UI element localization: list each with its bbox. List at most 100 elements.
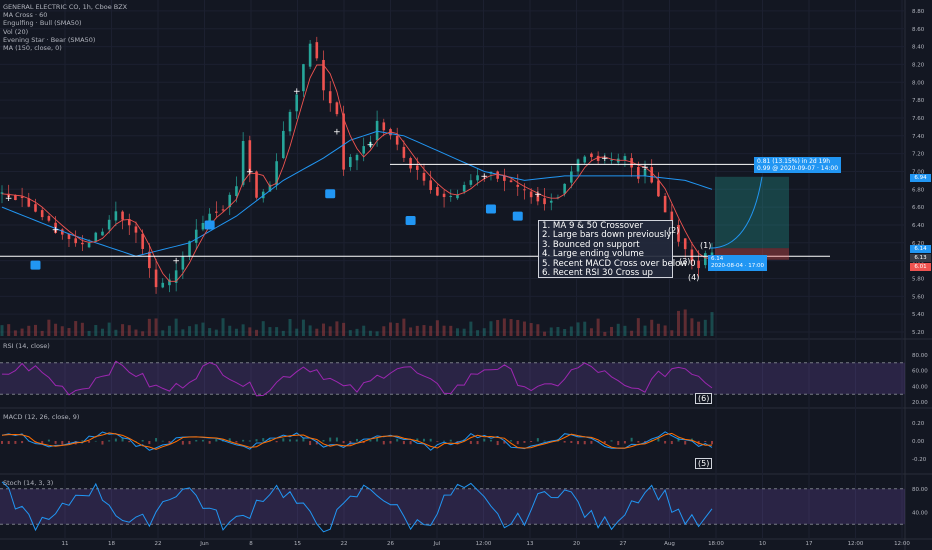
legend-indicator[interactable]: Engulfing · Bull (SMA50) [3,19,127,27]
volume-bar [556,326,560,336]
y-tick-label: 6.40 [912,223,925,229]
chart-legend: GENERAL ELECTRIC CO, 1h, Cboe BZX MA Cro… [3,3,127,52]
candle-body [47,216,51,221]
signal-plus: + [293,87,301,97]
macd-hist-bar [530,441,533,443]
macd-hist-bar [275,441,278,443]
marker-3: (3) [679,257,691,266]
volume-bar [7,324,11,336]
x-tick-label: 13 [527,541,534,547]
candle-body [442,193,446,198]
engulfing-flag [405,216,416,226]
candle-body [362,146,365,154]
candle-body [415,165,419,170]
candle-body [469,180,473,185]
macd-hist-bar [329,437,332,442]
candle-body [40,210,44,218]
volume-bar [100,328,104,336]
candle-body [241,140,245,185]
signal-plus: + [333,127,341,137]
x-tick-label: 12:00 [894,541,910,547]
candle-body [503,175,506,181]
legend-indicator[interactable]: Evening Star · Bear (SMA50) [3,36,127,44]
macd-hist-bar [114,438,117,442]
marker-1: (1) [700,241,712,250]
x-tick-label: 17 [806,541,813,547]
candle-body [288,111,292,132]
volume-bar [248,327,252,336]
stoch-title[interactable]: Stoch (14, 3, 3) [3,479,53,487]
macd-hist-bar [201,439,204,442]
legend-indicator[interactable]: Vol (20) [3,28,127,36]
candle-body [114,211,118,221]
engulfing-flag [30,260,41,270]
macd-hist-bar [208,441,211,444]
volume-bar [690,318,694,336]
volume-bar [74,321,78,336]
volume-bar [201,322,205,336]
macd-hist-bar [88,441,91,443]
macd-hist-bar [161,440,164,442]
volume-bar [623,325,627,336]
volume-bar [469,321,473,336]
signal-plus: + [5,194,13,204]
candle-body [215,211,218,213]
macd-hist-bar [242,439,245,442]
note-line: 6. Recent RSI 30 Cross up [542,268,653,279]
candle-body [650,167,654,183]
rsi-tick-label: 20.00 [912,400,928,406]
volume-bar [13,330,17,336]
volume-bar [141,331,145,336]
legend-indicator[interactable]: MA (150, close, 0) [3,44,127,52]
volume-bar [650,319,654,336]
macd-hist-bar [704,441,707,443]
volume-bar [610,326,614,336]
volume-bar [308,325,312,336]
volume-bar [94,325,98,336]
volume-bar [188,326,192,336]
volume-bar [435,320,439,336]
volume-bar [288,319,292,336]
macd-hist-bar [711,441,713,445]
volume-bar [529,323,533,336]
volume-bar [174,318,178,336]
volume-bar [194,324,198,336]
candle-body [121,211,124,220]
x-tick-label: Jul [433,541,441,547]
volume-bar [683,309,687,336]
entry-info[interactable]: 6.14 2020-08-04 · 17:00 [708,255,768,271]
entry-sub: 2020-08-04 · 17:00 [711,263,765,269]
candle-body [255,171,258,198]
volume-bar [67,328,71,336]
macd-hist-bar [523,441,526,443]
x-tick-label: 11 [62,541,69,547]
target-info[interactable]: 0.81 (13.15%) in 2d 19h 0.99 @ 2020-09-0… [754,157,842,173]
macd-hist-bar [603,441,606,444]
macd-hist-bar [402,441,405,445]
macd-hist-bar [489,439,492,442]
volume-bar [549,327,553,336]
signal-plus: + [480,172,488,182]
macd-title[interactable]: MACD (12, 26, close, 9) [3,413,79,421]
macd-hist-bar [335,437,338,442]
macd-hist-bar [342,441,345,444]
candle-body [663,195,667,213]
x-tick-label: 15 [294,541,301,547]
volume-bar [181,329,185,336]
candle-body [322,59,325,91]
candle-body [623,156,627,161]
rsi-title[interactable]: RSI (14, close) [3,342,50,350]
candle-body [134,226,138,233]
candle-body [201,222,205,230]
macd-hist-bar [248,440,251,442]
chart-canvas: 5.205.405.605.806.006.206.406.606.807.00… [0,0,932,550]
volume-bar [643,325,647,336]
signal-plus: + [246,167,254,177]
macd-hist-bar [590,441,593,444]
volume-bar [616,323,620,336]
legend-indicator[interactable]: MA Cross · 60 [3,11,127,19]
macd-hist-bar [409,441,412,445]
notes-box[interactable]: 1. MA 9 & 50 Crossover 2. Large bars dow… [538,220,696,279]
macd-hist-bar [436,441,439,442]
volume-bar [54,323,58,336]
